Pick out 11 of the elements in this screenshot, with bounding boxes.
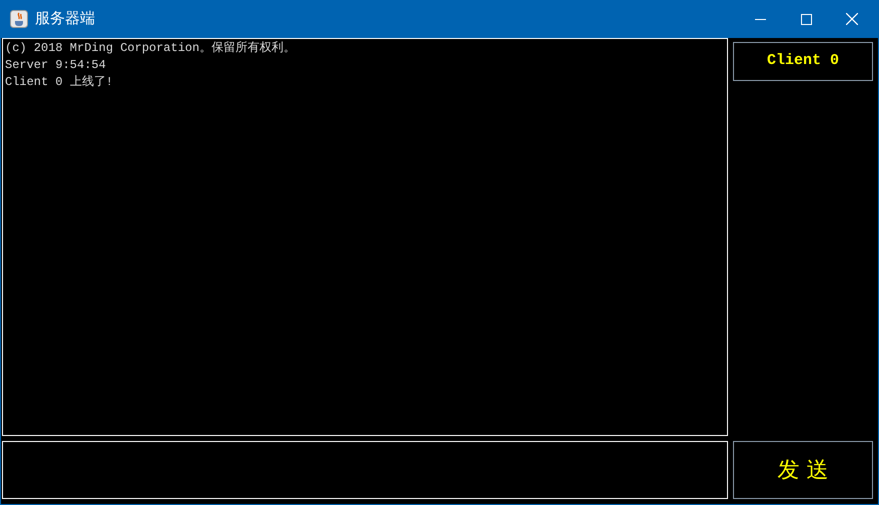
- client-item[interactable]: Client 0: [733, 42, 873, 81]
- close-icon: [846, 13, 858, 25]
- window-title: 服务器端: [35, 8, 95, 29]
- log-line: Server 9:54:54: [5, 57, 106, 74]
- message-field[interactable]: [2, 441, 728, 499]
- log-line: Client 0 上线了!: [5, 74, 114, 91]
- log-line: (c) 2018 MrDing Corporation。保留所有权利。: [5, 40, 296, 57]
- minimize-icon: [754, 18, 766, 20]
- send-button[interactable]: 发 送: [733, 441, 873, 499]
- app-icon: [10, 10, 28, 28]
- maximize-icon: [800, 14, 812, 24]
